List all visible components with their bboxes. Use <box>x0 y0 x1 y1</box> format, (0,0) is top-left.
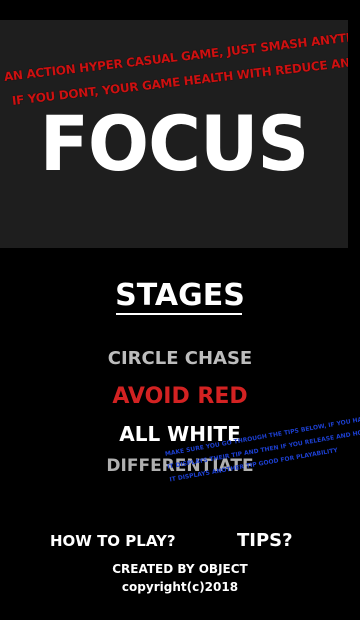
stages-heading: STAGES <box>115 278 245 313</box>
stages-underline <box>116 313 242 315</box>
game-title: FOCUS <box>39 99 310 189</box>
how-to-play-button[interactable]: HOW TO PLAY? <box>50 532 176 550</box>
game-screen: AN ACTION HYPER CASUAL GAME, JUST SMASH … <box>0 0 360 620</box>
title-banner: AN ACTION HYPER CASUAL GAME, JUST SMASH … <box>0 20 348 248</box>
stage-circle-chase-button[interactable]: CIRCLE CHASE <box>0 348 360 369</box>
copyright-text: copyright(c)2018 <box>121 580 239 594</box>
tips-button[interactable]: TIPS? <box>237 530 293 551</box>
stage-avoid-red-button[interactable]: AVOID RED <box>0 384 360 409</box>
credit-text: CREATED BY OBJECT <box>112 562 248 576</box>
